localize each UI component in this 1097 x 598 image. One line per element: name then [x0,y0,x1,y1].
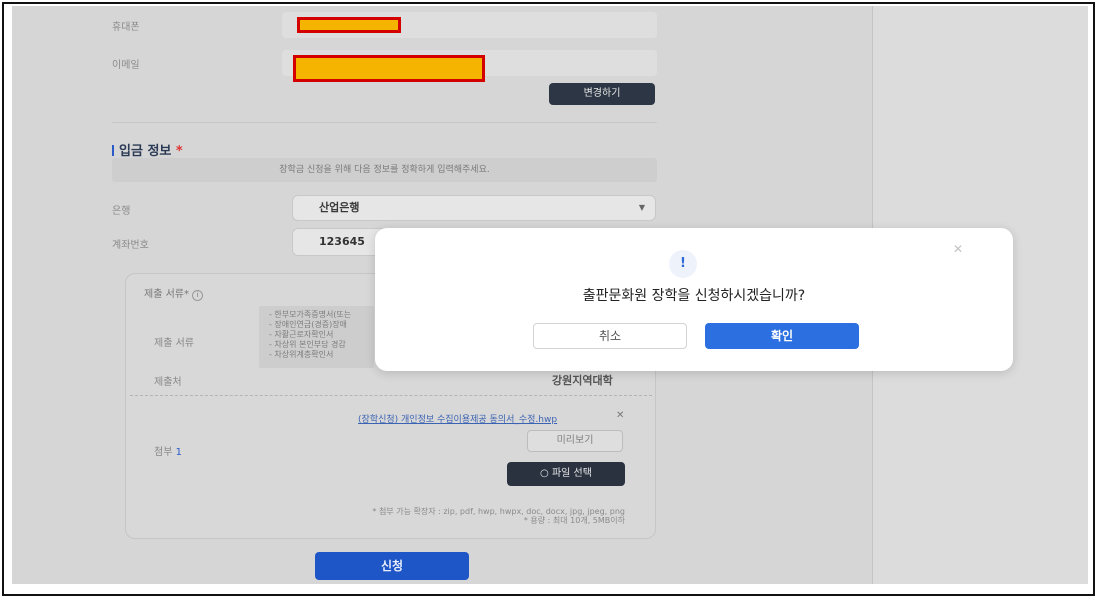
bank-label: 은행 [112,206,131,217]
chevron-down-icon: ▼ [638,203,645,212]
select-file-label: 파일 선택 [551,468,592,479]
confirm-dialog: ✕ ! 출판문화원 장학을 신청하시겠습니까? 취소 확인 [375,228,1013,371]
bank-value: 산업은행 [319,201,360,214]
document-item: - 자활근로자확인서 [269,330,334,339]
redacted-email [293,55,485,82]
document-item: - 한부모가족증명서(또는 [269,310,352,319]
attach-label-text: 첨부 [154,447,173,458]
screenshot-frame: 휴대폰 이메일 변경하기 입금 정보 * 장학금 신청을 위해 다음 정보를 정… [2,2,1095,596]
attach-count: 1 [175,447,182,458]
confirm-button[interactable]: 확인 [705,323,859,349]
bank-select[interactable]: 산업은행 ▼ [292,195,656,221]
document-list: - 한부모가족증명서(또는 - 장애인연금(경증)장애 - 자활근로자확인서 -… [259,306,374,368]
submit-to-value: 강원지역대학 [552,374,613,387]
document-item: - 차상위계층확인서 [269,350,334,359]
preview-button[interactable]: 미리보기 [527,430,623,452]
dialog-message: 출판문화원 장학을 신청하시겠습니까? [582,288,806,304]
file-limit-note: * 용량 : 최대 10개, 5MB이하 [523,516,625,525]
dashed-divider [130,395,652,396]
email-label: 이메일 [112,60,140,71]
divider [112,122,657,123]
document-item: - 장애인연금(경증)장애 [269,320,347,329]
section-title-text: 입금 정보 [119,144,172,159]
document-item: - 차상위 본인부담 경감 [269,340,346,349]
documents-row-label: 제출 서류 [154,338,194,349]
account-label: 계좌번호 [112,240,149,251]
attach-label: 첨부 1 [154,443,182,458]
attached-file-link[interactable]: (장학신청) 개인정보 수집이용제공 동의서_수정.hwp [358,412,557,425]
section-marker [112,145,114,156]
select-file-button[interactable]: ○ 파일 선택 [507,462,625,486]
submit-to-label: 제출처 [154,377,182,388]
required-mark: * [175,144,183,159]
change-button[interactable]: 변경하기 [549,83,655,105]
documents-header-text: 제출 서류* [144,289,189,300]
cancel-button[interactable]: 취소 [533,323,687,349]
alert-icon: ! [669,250,697,278]
apply-button[interactable]: 신청 [315,552,469,580]
remove-file-close-icon[interactable]: ✕ [616,410,624,421]
close-icon[interactable]: ✕ [953,242,963,256]
documents-header: 제출 서류* i [144,285,204,301]
search-icon: ○ [540,468,549,479]
redacted-phone [297,17,401,33]
phone-label: 휴대폰 [112,22,140,33]
deposit-notice: 장학금 신청을 위해 다음 정보를 정확하게 입력해주세요. [112,158,657,182]
info-icon[interactable]: i [192,290,204,301]
section-title-deposit: 입금 정보 * [112,140,183,159]
